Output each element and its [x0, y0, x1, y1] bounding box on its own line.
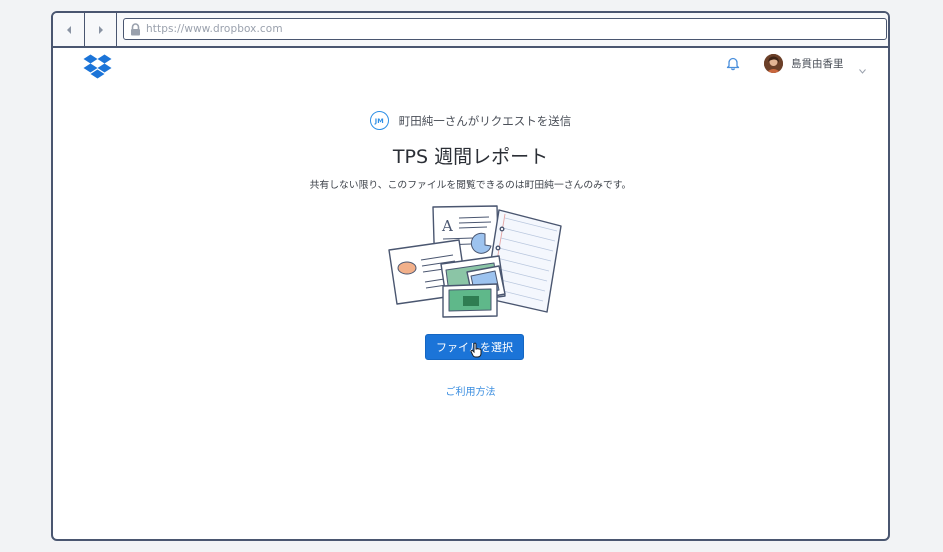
requester-initials-badge: JM	[369, 111, 389, 130]
chevron-right-icon	[98, 25, 103, 34]
requester-text: 町田純一さんがリクエストを送信	[398, 113, 572, 128]
avatar[interactable]	[764, 54, 783, 73]
forward-button[interactable]	[85, 13, 117, 46]
requester-info: JM 町田純一さんがリクエストを送信	[53, 111, 888, 130]
back-button[interactable]	[53, 13, 85, 46]
user-name[interactable]: 島貫由香里	[791, 56, 844, 71]
chevron-left-icon	[66, 25, 71, 34]
bell-icon[interactable]	[726, 56, 740, 75]
files-illustration: A	[387, 204, 565, 322]
choose-file-button[interactable]: ファイルを選択	[425, 334, 524, 360]
address-bar[interactable]: https://www.dropbox.com	[123, 18, 887, 40]
browser-window: https://www.dropbox.com 島貫由香里 JM 町田純一さんが…	[51, 11, 890, 541]
lock-icon	[124, 22, 146, 36]
page-title: TPS 週間レポート	[392, 146, 549, 168]
browser-toolbar: https://www.dropbox.com	[53, 13, 888, 48]
privacy-note: 共有しない限り、このファイルを閲覧できるのは町田純一さんのみです。	[309, 180, 632, 191]
dropbox-logo-icon[interactable]	[83, 54, 112, 84]
svg-text:A: A	[441, 217, 453, 235]
url-text: https://www.dropbox.com	[146, 23, 283, 35]
help-link[interactable]: ご利用方法	[53, 383, 888, 398]
page-content: 島貫由香里 JM 町田純一さんがリクエストを送信 TPS 週間レポート 共有しな…	[53, 48, 888, 539]
chevron-down-icon[interactable]	[859, 59, 866, 78]
